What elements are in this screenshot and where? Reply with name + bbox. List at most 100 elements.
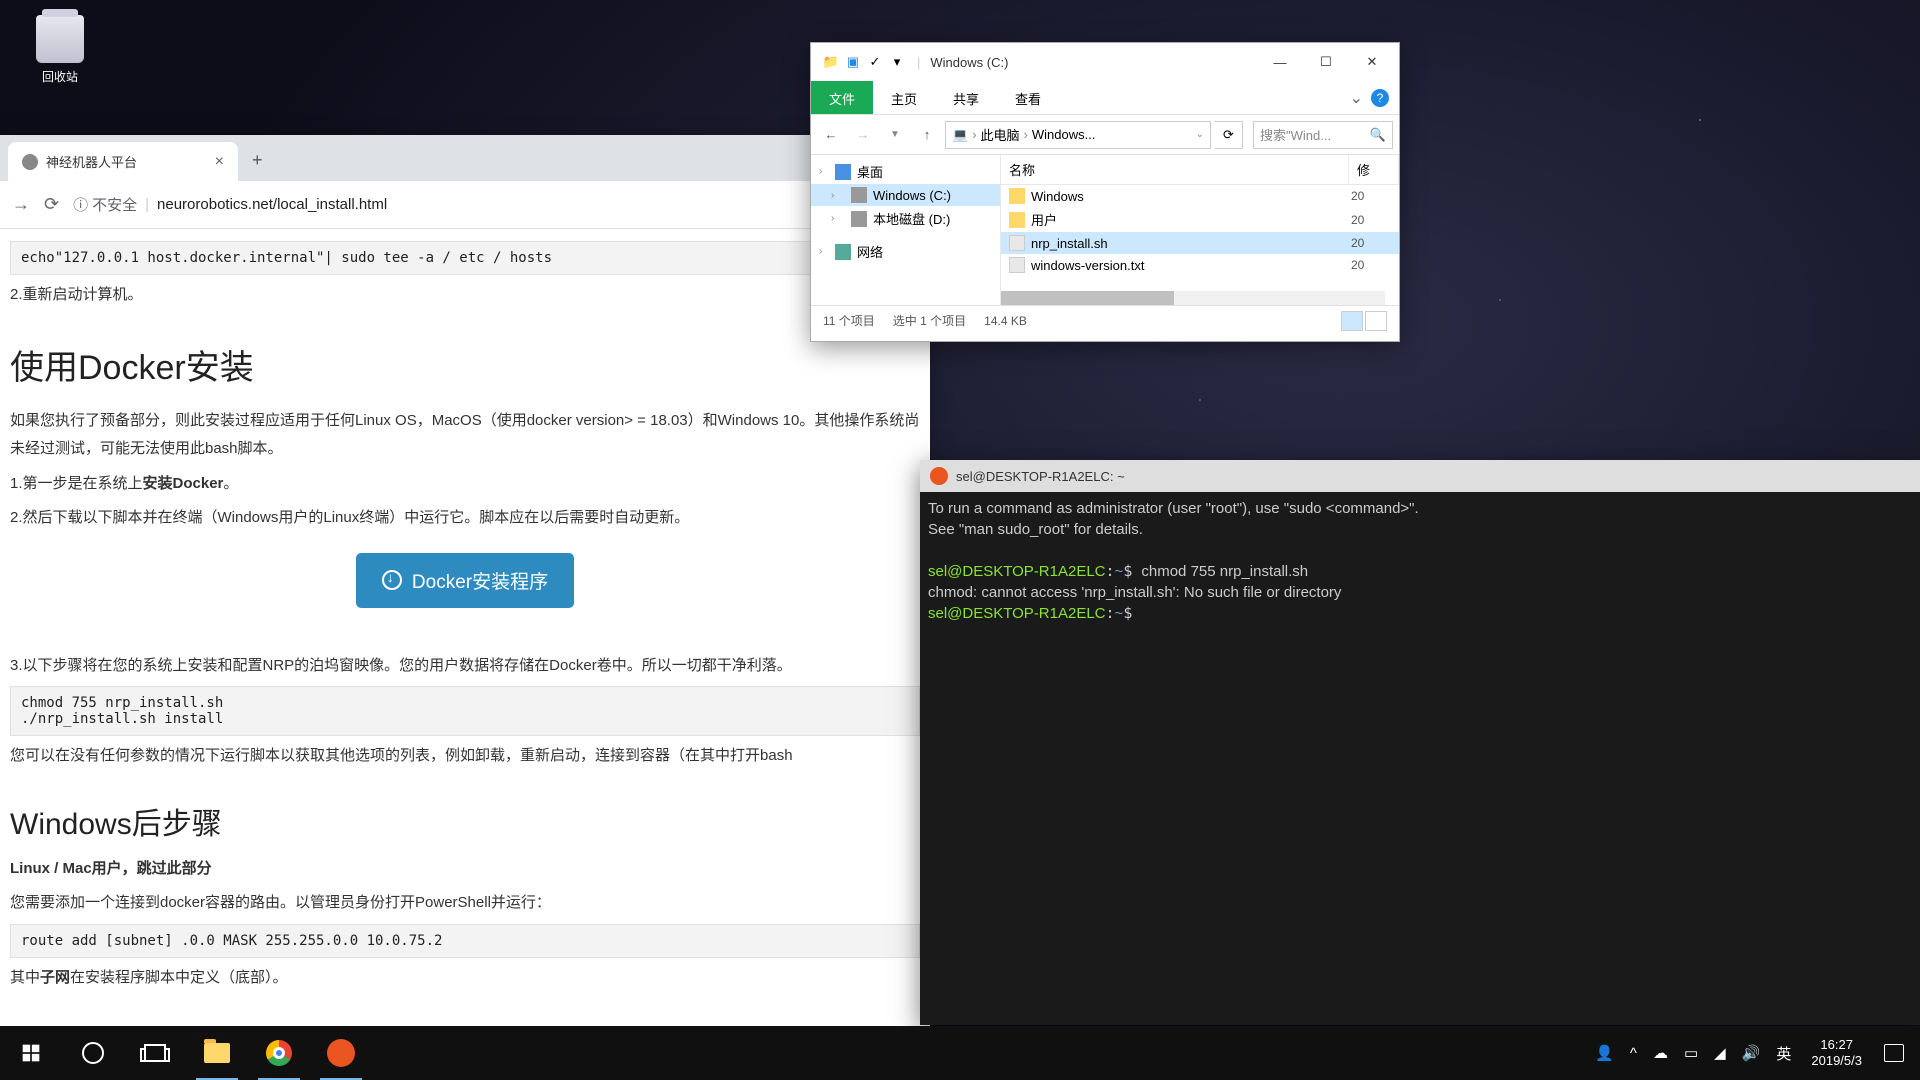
tab-title: 神经机器人平台 (46, 152, 137, 171)
action-center-icon[interactable] (1884, 1044, 1904, 1062)
column-headers[interactable]: 名称 修 (1001, 155, 1399, 185)
ribbon-tab-share[interactable]: 共享 (935, 81, 997, 114)
tree-drive-d[interactable]: ›本地磁盘 (D:) (811, 206, 1000, 231)
ribbon-tab-view[interactable]: 查看 (997, 81, 1059, 114)
network-icon[interactable]: ▭ (1676, 1044, 1706, 1062)
breadcrumb[interactable]: 💻 › 此电脑 › Windows... ⌄ (945, 121, 1211, 149)
cortana-button[interactable] (62, 1026, 124, 1080)
ime-indicator[interactable]: 英 (1768, 1043, 1799, 1064)
forward-button[interactable]: → (12, 194, 30, 215)
qa-dropdown-icon[interactable]: ▾ (887, 52, 907, 72)
task-view-icon (144, 1044, 166, 1062)
col-name[interactable]: 名称 (1001, 155, 1349, 184)
people-icon[interactable]: 👤 (1587, 1044, 1622, 1062)
explorer-titlebar[interactable]: 📁 ▣ ✓ ▾ | Windows (C:) — ☐ ✕ (811, 43, 1399, 81)
file-date: 20 (1351, 189, 1391, 203)
nav-forward-button[interactable]: → (849, 127, 877, 142)
taskbar-chrome[interactable] (248, 1026, 310, 1080)
volume-icon[interactable]: 🔊 (1734, 1044, 1769, 1062)
new-tab-button[interactable]: + (242, 140, 273, 181)
nav-up-button[interactable]: ↑ (913, 127, 941, 142)
minimize-button[interactable]: — (1257, 47, 1303, 77)
wifi-icon[interactable]: ◢ (1706, 1044, 1734, 1062)
nav-back-button[interactable]: ← (817, 127, 845, 142)
view-icons-button[interactable] (1365, 311, 1387, 331)
file-row[interactable]: windows-version.txt20 (1001, 254, 1399, 276)
tray-expand-icon[interactable]: ^ (1622, 1045, 1645, 1062)
url-box[interactable]: ⓘ 不安全 | neurorobotics.net/local_install.… (73, 194, 918, 215)
search-placeholder: 搜索"Wind... (1260, 125, 1331, 144)
crumb-dropdown-icon[interactable]: ⌄ (1196, 129, 1204, 140)
tab-close-icon[interactable]: × (215, 153, 224, 171)
file-list: 名称 修 Windows20用户20nrp_install.sh20window… (1001, 155, 1399, 305)
favicon-icon (22, 154, 38, 170)
refresh-button[interactable]: ⟳ (1215, 121, 1243, 149)
crumb-drive[interactable]: Windows... (1032, 127, 1096, 142)
docker-install-button[interactable]: Docker安装程序 (356, 553, 574, 608)
tree-drive-c[interactable]: ›Windows (C:) (811, 184, 1000, 206)
search-icon: 🔍 (1370, 127, 1386, 143)
recycle-bin[interactable]: 回收站 (20, 15, 100, 85)
paragraph-subnet: 其中子网在安装程序脚本中定义（底部）。 (10, 964, 920, 993)
crumb-pc[interactable]: 此电脑 (981, 125, 1020, 144)
step-2: 2.然后下载以下脚本并在终端（Windows用户的Linux终端）中运行它。脚本… (10, 504, 920, 533)
network-icon (835, 244, 851, 260)
file-row[interactable]: Windows20 (1001, 185, 1399, 207)
code-block-3: route add [subnet] .0.0 MASK 255.255.0.0… (10, 924, 920, 958)
reload-button[interactable]: ⟳ (44, 194, 59, 215)
command-1: chmod 755 nrp_install.sh (1141, 563, 1308, 580)
close-button[interactable]: ✕ (1349, 47, 1395, 77)
ribbon-tab-home[interactable]: 主页 (873, 81, 935, 114)
date: 2019/5/3 (1811, 1053, 1862, 1069)
terminal-window: sel@DESKTOP-R1A2ELC: ~ To run a command … (920, 460, 1920, 1025)
download-icon (382, 570, 402, 590)
system-tray: 👤 ^ ☁ ▭ ◢ 🔊 英 16:27 2019/5/3 (1587, 1037, 1920, 1070)
tab-active[interactable]: 神经机器人平台 × (8, 142, 238, 181)
status-selected: 选中 1 个项目 (893, 312, 966, 329)
col-modified[interactable]: 修 (1349, 155, 1399, 184)
file-row[interactable]: nrp_install.sh20 (1001, 232, 1399, 254)
prompt-user: sel@DESKTOP-R1A2ELC (928, 563, 1106, 580)
terminal-body[interactable]: To run a command as administrator (user … (920, 492, 1920, 631)
taskbar-explorer[interactable] (186, 1026, 248, 1080)
window-title: Windows (C:) (930, 55, 1008, 70)
status-item-count: 11 个项目 (823, 312, 875, 329)
ribbon-tab-file[interactable]: 文件 (811, 81, 873, 114)
paragraph-script-options: 您可以在没有任何参数的情况下运行脚本以获取其他选项的列表，例如卸载，重新启动，连… (10, 742, 920, 771)
tree-desktop[interactable]: ›桌面 (811, 159, 1000, 184)
code-block-2: chmod 755 nrp_install.sh ./nrp_install.s… (10, 686, 920, 736)
step-3: 3.以下步骤将在您的系统上安装和配置NRP的泊坞窗映像。您的用户数据将存储在Do… (10, 652, 920, 681)
file-name: windows-version.txt (1031, 258, 1345, 273)
clock[interactable]: 16:27 2019/5/3 (1799, 1037, 1874, 1070)
terminal-titlebar[interactable]: sel@DESKTOP-R1A2ELC: ~ (920, 460, 1920, 492)
task-view-button[interactable] (124, 1026, 186, 1080)
search-box[interactable]: 搜索"Wind... 🔍 (1253, 121, 1393, 149)
code-block-1: echo"127.0.0.1 host.docker.internal"| su… (10, 241, 920, 275)
explorer-icon: 📁 (821, 52, 841, 72)
file-date: 20 (1351, 236, 1391, 250)
taskbar-ubuntu[interactable] (310, 1026, 372, 1080)
maximize-button[interactable]: ☐ (1303, 47, 1349, 77)
start-button[interactable] (0, 1026, 62, 1080)
qa-properties-icon[interactable]: ▣ (843, 52, 863, 72)
pc-icon: 💻 (952, 127, 968, 143)
onedrive-icon[interactable]: ☁ (1645, 1044, 1676, 1062)
qa-new-folder-icon[interactable]: ✓ (865, 52, 885, 72)
nav-history-button[interactable]: ▼ (881, 129, 909, 140)
ribbon-expand-icon[interactable]: ⌄ (1350, 88, 1363, 108)
view-details-button[interactable] (1341, 311, 1363, 331)
folder-icon (1009, 212, 1025, 228)
page-content: echo"127.0.0.1 host.docker.internal"| su… (0, 229, 930, 1038)
url-text: neurorobotics.net/local_install.html (157, 196, 387, 213)
tree-network[interactable]: ›网络 (811, 239, 1000, 264)
paragraph-skip: Linux / Mac用户，跳过此部分 (10, 855, 920, 884)
file-date: 20 (1351, 213, 1391, 227)
file-row[interactable]: 用户20 (1001, 207, 1399, 232)
chrome-icon (266, 1040, 292, 1066)
insecure-badge[interactable]: ⓘ 不安全 (73, 194, 137, 215)
address-bar: → ⟳ ⓘ 不安全 | neurorobotics.net/local_inst… (0, 181, 930, 229)
help-icon[interactable]: ? (1371, 89, 1389, 107)
horizontal-scrollbar[interactable] (1001, 291, 1385, 305)
ubuntu-icon (327, 1039, 355, 1067)
taskbar: 👤 ^ ☁ ▭ ◢ 🔊 英 16:27 2019/5/3 (0, 1026, 1920, 1080)
